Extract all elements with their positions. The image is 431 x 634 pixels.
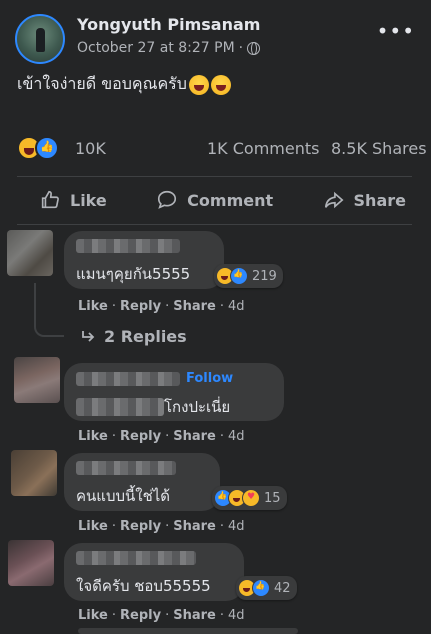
comment-text: โกงปะเนี่ย [164, 398, 231, 416]
share-button[interactable]: Share [319, 189, 410, 211]
comment-reply-link[interactable]: Reply [120, 519, 161, 534]
divider [17, 224, 412, 225]
like-button[interactable]: Like [35, 189, 111, 211]
post-timestamp[interactable]: October 27 at 8:27 PM [77, 40, 235, 56]
reaction-count[interactable]: 10K [75, 139, 106, 158]
share-icon [324, 191, 344, 209]
blurred-mention [76, 398, 164, 416]
comment-text: คนแบบนี้ใช่ได้ [76, 487, 171, 505]
comment-bubble: ใจดีครับ ชอบ55555 [64, 543, 244, 601]
action-bar: Like Comment Share [17, 176, 412, 224]
sep: · [219, 519, 224, 534]
reply-arrow-icon [82, 330, 95, 342]
comment-label: Comment [187, 190, 274, 210]
comment-text: ใจดีครับ ชอบ55555 [76, 577, 211, 595]
comment-actions: Like · Reply · Share · 4d [78, 608, 245, 623]
author-name[interactable]: Yongyuth Pimsanam [77, 15, 260, 34]
commenter-name[interactable] [76, 371, 180, 386]
share-label: Share [353, 190, 406, 210]
comment-reaction-count: 42 [274, 580, 291, 596]
comment-text-row: คนแบบนี้ใช่ได้ [76, 484, 208, 508]
commenter-avatar[interactable] [7, 230, 53, 276]
like-label: Like [70, 190, 107, 210]
comment-share-link[interactable]: Share [173, 608, 216, 623]
comment-time[interactable]: 4d [228, 519, 245, 534]
more-icon[interactable]: ••• [377, 21, 415, 41]
post-header: Yongyuth Pimsanam October 27 at 8:27 PM … [0, 0, 431, 70]
commenter-avatar[interactable] [14, 357, 60, 403]
post-meta: October 27 at 8:27 PM · [77, 40, 261, 56]
comment-like-link[interactable]: Like [78, 608, 108, 623]
commenter-name[interactable] [76, 461, 176, 475]
post-text-body: เข้าใจง่ายดี ขอบคุณครับ [17, 74, 187, 93]
shares-count[interactable]: 8.5K Shares [331, 139, 427, 158]
comment-like-link[interactable]: Like [78, 299, 108, 314]
sep: · [219, 299, 224, 314]
laughing-emoji-icon [188, 74, 209, 95]
comment-reaction-count: 15 [264, 490, 281, 506]
thread-line [34, 283, 64, 337]
comment-time[interactable]: 4d [228, 429, 245, 444]
comments-count[interactable]: 1K Comments [207, 139, 319, 158]
comment-time[interactable]: 4d [228, 299, 245, 314]
replies-label: 2 Replies [104, 327, 187, 346]
comment-reactions[interactable]: 15 [212, 486, 287, 510]
comment-text: แมนๆคุยกัน5555 [76, 265, 191, 283]
sep: · [165, 429, 170, 444]
comment-share-link[interactable]: Share [173, 429, 216, 444]
comment-share-link[interactable]: Share [173, 299, 216, 314]
comment-reactions[interactable]: 42 [236, 576, 297, 600]
comment-reply-link[interactable]: Reply [120, 608, 161, 623]
post-text: เข้าใจง่ายดี ขอบคุณครับ [17, 72, 231, 97]
comment-reply-link[interactable]: Reply [120, 429, 161, 444]
commenter-name[interactable] [76, 239, 180, 253]
comment-text-row: โกงปะเนี่ย [76, 395, 272, 419]
sep: · [111, 429, 116, 444]
comment-button[interactable]: Comment [152, 189, 277, 211]
globe-icon [247, 41, 261, 55]
comment-bubble: คนแบบนี้ใช่ได้ [64, 453, 220, 511]
comment-actions: Like · Reply · Share · 4d [78, 429, 245, 444]
like-icon [230, 267, 248, 285]
sep: · [165, 608, 170, 623]
sep: · [111, 608, 116, 623]
meta-separator: · [238, 40, 244, 56]
sep: · [111, 519, 116, 534]
like-icon [252, 579, 270, 597]
comment-actions: Like · Reply · Share · 4d [78, 299, 245, 314]
follow-button[interactable]: Follow [186, 371, 233, 386]
like-icon [35, 136, 59, 160]
comment-text-row: ใจดีครับ ชอบ55555 [76, 574, 232, 598]
comment-text-row: แมนๆคุยกัน5555 [76, 262, 212, 286]
sep: · [165, 519, 170, 534]
comment-time[interactable]: 4d [228, 608, 245, 623]
next-comment-bubble [78, 628, 298, 634]
author-avatar[interactable] [15, 14, 65, 64]
commenter-avatar[interactable] [8, 540, 54, 586]
comment-reply-link[interactable]: Reply [120, 299, 161, 314]
sep: · [219, 429, 224, 444]
comment-bubble: แมนๆคุยกัน5555 [64, 231, 224, 289]
comment-share-link[interactable]: Share [173, 519, 216, 534]
comment-reactions[interactable]: 219 [214, 264, 283, 288]
sep: · [111, 299, 116, 314]
like-icon [41, 190, 59, 209]
reaction-icons[interactable] [17, 136, 59, 160]
care-icon [242, 489, 260, 507]
laughing-emoji-icon [210, 74, 231, 95]
comment-reaction-count: 219 [252, 268, 277, 284]
commenter-name[interactable] [76, 551, 196, 565]
comment-icon [158, 190, 177, 209]
post-stats: 10K 1K Comments 8.5K Shares [17, 136, 427, 162]
comment-actions: Like · Reply · Share · 4d [78, 519, 245, 534]
sep: · [165, 299, 170, 314]
commenter-name-row: Follow [76, 371, 272, 386]
comment-bubble: Follow โกงปะเนี่ย [64, 363, 284, 421]
commenter-avatar[interactable] [11, 450, 57, 496]
view-replies-link[interactable]: 2 Replies [80, 327, 187, 346]
comment-like-link[interactable]: Like [78, 519, 108, 534]
sep: · [219, 608, 224, 623]
comment-like-link[interactable]: Like [78, 429, 108, 444]
